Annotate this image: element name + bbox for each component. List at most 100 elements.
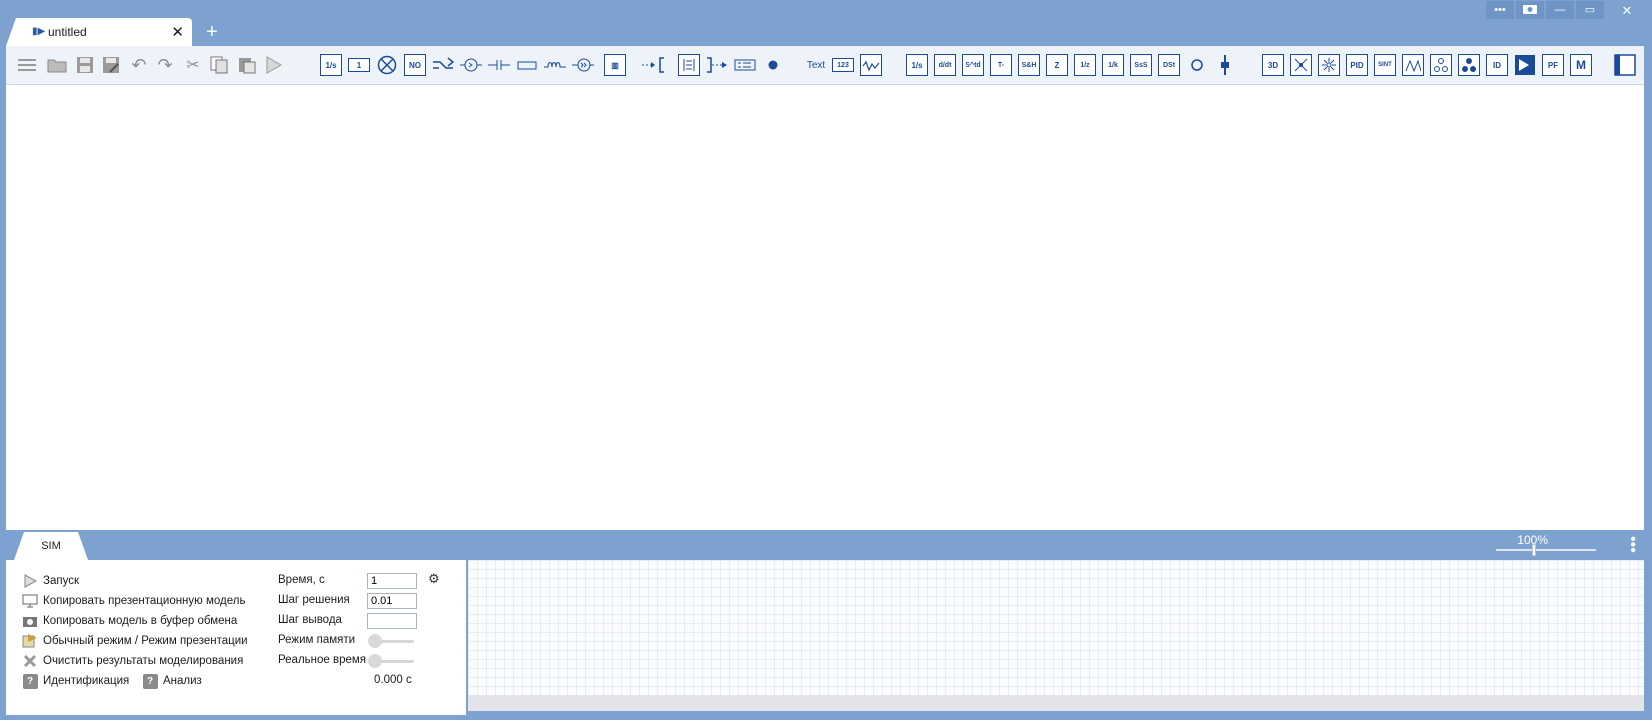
cut-button[interactable]: ✂ bbox=[182, 54, 204, 76]
fuzzy-block[interactable] bbox=[1402, 54, 1424, 76]
cluster-block[interactable] bbox=[1318, 54, 1340, 76]
pid-block[interactable]: PID bbox=[1346, 54, 1368, 76]
mode-toggle-command[interactable]: Обычный режим / Режим презентации bbox=[22, 632, 248, 650]
subsystem-block[interactable]: ▥ bbox=[604, 54, 626, 76]
source-block[interactable] bbox=[572, 54, 594, 76]
analysis-command[interactable]: ? Анализ bbox=[142, 672, 202, 690]
resistor-block[interactable] bbox=[516, 54, 538, 76]
block-group[interactable] bbox=[678, 54, 700, 76]
text-block[interactable]: Text bbox=[802, 54, 830, 76]
save-button[interactable] bbox=[74, 54, 96, 76]
realtime-toggle[interactable] bbox=[368, 653, 418, 669]
toggle-panel-button[interactable] bbox=[1614, 54, 1636, 76]
tab-untitled[interactable]: ▮▶ untitled ✕ bbox=[6, 18, 192, 46]
not-block[interactable]: NO bbox=[404, 54, 426, 76]
3d-label: 3D bbox=[1267, 60, 1279, 70]
minimize-button[interactable]: — bbox=[1546, 1, 1574, 19]
zoom-slider-thumb[interactable] bbox=[1532, 544, 1536, 556]
memory-mode-toggle[interactable] bbox=[368, 633, 418, 649]
run-command[interactable]: Запуск bbox=[22, 572, 79, 590]
clear-results-command[interactable]: Очистить результаты моделирования bbox=[22, 652, 243, 670]
node-block[interactable] bbox=[762, 54, 784, 76]
network-block[interactable] bbox=[1458, 54, 1480, 76]
more-vertical-icon[interactable]: ••• bbox=[1624, 536, 1641, 553]
maximize-button[interactable]: ▭ bbox=[1576, 1, 1604, 19]
tab-close-button[interactable]: ✕ bbox=[171, 23, 184, 41]
paste-button[interactable] bbox=[236, 54, 258, 76]
not-label: NO bbox=[409, 60, 421, 70]
integrator-label: 1/s bbox=[325, 60, 337, 70]
model-canvas[interactable] bbox=[6, 85, 1644, 530]
graph-block[interactable] bbox=[1430, 54, 1452, 76]
save-as-button[interactable] bbox=[100, 54, 122, 76]
step-input[interactable] bbox=[367, 593, 417, 609]
id-block[interactable]: ID bbox=[1486, 54, 1508, 76]
dst-block[interactable]: DSt bbox=[1158, 54, 1180, 76]
bottom-bar: SIM 100% ••• bbox=[6, 530, 1644, 560]
output-port-block[interactable] bbox=[706, 54, 728, 76]
3d-block[interactable]: 3D bbox=[1262, 54, 1284, 76]
save-as-icon bbox=[103, 57, 119, 73]
switch-block[interactable] bbox=[432, 54, 454, 76]
inductor-block[interactable] bbox=[544, 54, 566, 76]
menu-button[interactable] bbox=[16, 54, 38, 76]
saturation-block[interactable]: 1/k bbox=[1102, 54, 1124, 76]
more-options-button[interactable]: ••• bbox=[1486, 1, 1514, 19]
results-grid[interactable] bbox=[468, 560, 1644, 695]
multiply-block[interactable] bbox=[376, 54, 398, 76]
source-icon bbox=[572, 58, 594, 72]
copy-clipboard-command[interactable]: Копировать модель в буфер обмена bbox=[22, 612, 237, 630]
derivative-block[interactable]: d/dt bbox=[934, 54, 956, 76]
scope-block[interactable] bbox=[860, 54, 882, 76]
output-step-input[interactable] bbox=[367, 613, 417, 629]
capacitor-block[interactable] bbox=[488, 54, 510, 76]
bus-block[interactable] bbox=[734, 54, 756, 76]
subsystem-label: ▥ bbox=[611, 60, 619, 70]
pf-block[interactable]: PF bbox=[1542, 54, 1564, 76]
copy-button[interactable] bbox=[208, 54, 230, 76]
loop-block[interactable] bbox=[1186, 54, 1208, 76]
m-block[interactable]: M bbox=[1570, 54, 1592, 76]
sts-block[interactable]: SsS bbox=[1130, 54, 1152, 76]
gear-icon[interactable]: ⚙ bbox=[428, 571, 440, 587]
open-button[interactable] bbox=[46, 54, 68, 76]
new-tab-button[interactable]: + bbox=[206, 22, 218, 42]
horizontal-scrollbar[interactable] bbox=[468, 695, 1644, 711]
display-block[interactable]: 123 bbox=[832, 58, 854, 72]
neural-net-block[interactable] bbox=[1290, 54, 1312, 76]
screenshot-button[interactable] bbox=[1516, 1, 1544, 19]
z-block[interactable]: Z bbox=[1046, 54, 1068, 76]
input-port-block[interactable] bbox=[642, 54, 664, 76]
undo-button[interactable]: ↶ bbox=[128, 54, 150, 76]
sh-label: S&H bbox=[1021, 61, 1037, 69]
close-icon: ✕ bbox=[1621, 2, 1633, 18]
split-block[interactable] bbox=[1214, 54, 1236, 76]
model-icon: ▮▶ bbox=[32, 26, 46, 37]
clear-results-label: Очистить результаты моделирования bbox=[43, 655, 244, 667]
derivative-label: d/dt bbox=[938, 61, 952, 69]
redo-button[interactable]: ↷ bbox=[154, 54, 176, 76]
sts-label: SsS bbox=[1134, 61, 1148, 69]
copy-presentation-command[interactable]: Копировать презентационную модель bbox=[22, 592, 245, 610]
solver-block[interactable] bbox=[1514, 54, 1536, 76]
zoom-slider[interactable] bbox=[1496, 544, 1596, 556]
run-button[interactable] bbox=[262, 54, 284, 76]
std-block[interactable]: S^td bbox=[962, 54, 984, 76]
time-input[interactable] bbox=[367, 573, 417, 589]
gain-block[interactable]: 1 bbox=[348, 58, 370, 72]
step-label: Шаг решения bbox=[278, 594, 350, 606]
analysis-label: Анализ bbox=[163, 675, 202, 687]
identification-command[interactable]: ? Идентификация bbox=[22, 672, 129, 690]
close-window-button[interactable]: ✕ bbox=[1606, 1, 1648, 19]
input-port-icon bbox=[642, 57, 664, 73]
transfer-function-block[interactable]: 1/s bbox=[906, 54, 928, 76]
sample-hold-block[interactable]: S&H bbox=[1018, 54, 1040, 76]
sint-block[interactable]: SINT bbox=[1374, 54, 1396, 76]
pf-label: PF bbox=[1547, 60, 1559, 70]
tab-sim[interactable]: SIM bbox=[14, 532, 88, 560]
integrator-block[interactable]: 1/s bbox=[320, 54, 342, 76]
comparator-block[interactable] bbox=[460, 54, 482, 76]
text-block-label: Text bbox=[806, 59, 826, 71]
flag-block[interactable]: T- bbox=[990, 54, 1012, 76]
unit-delay-block[interactable]: 1/z bbox=[1074, 54, 1096, 76]
